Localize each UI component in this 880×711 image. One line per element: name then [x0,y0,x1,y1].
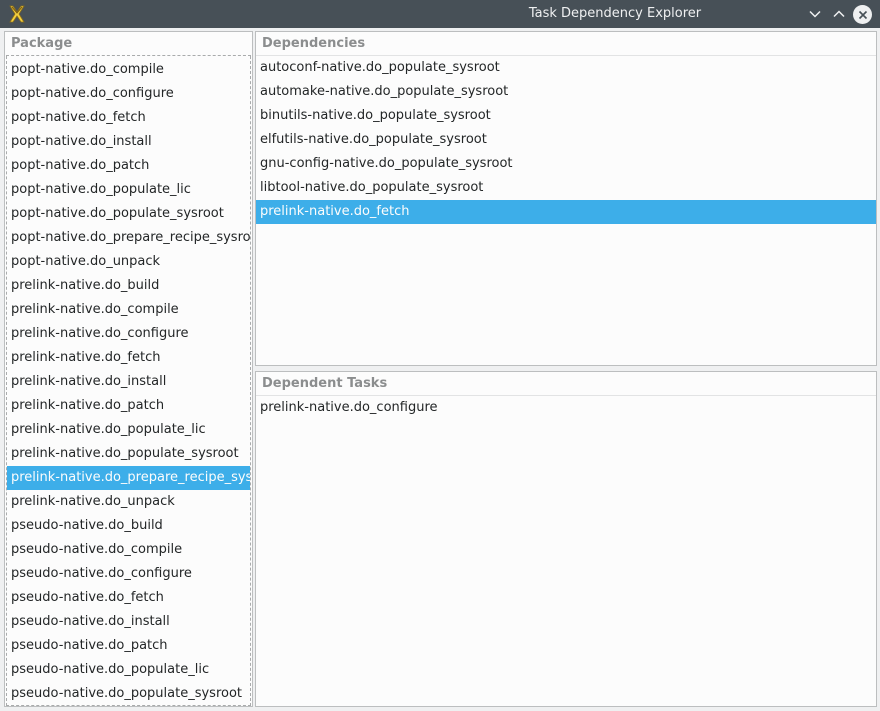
package-list-panel: Package popt-native.do_compile popt-nativ… [4,31,253,707]
package-list-item[interactable]: popt-native.do_populate_sysroot [7,202,250,226]
package-list-item[interactable]: pseudo-native.do_populate_lic [7,658,250,682]
dependencies-column-header[interactable]: Dependencies [256,32,876,56]
package-list-item[interactable]: prelink-native.do_install [7,370,250,394]
package-list-item[interactable]: pseudo-native.do_build [7,514,250,538]
dependency-list-item[interactable]: libtool-native.do_populate_sysroot [256,176,876,200]
chevron-up-icon [833,10,845,18]
package-list-item[interactable]: prelink-native.do_configure [7,322,250,346]
package-list-item[interactable]: prelink-native.do_patch [7,394,250,418]
maximize-button[interactable] [829,4,849,24]
package-list-item[interactable]: prelink-native.do_build [7,274,250,298]
package-list-item[interactable]: prelink-native.do_populate_lic [7,418,250,442]
package-column-header[interactable]: Package [6,32,251,56]
package-list-item[interactable]: pseudo-native.do_configure [7,562,250,586]
package-list-item[interactable]: popt-native.do_patch [7,154,250,178]
dependency-list-item[interactable]: elfutils-native.do_populate_sysroot [256,128,876,152]
chevron-down-icon [809,10,821,18]
package-list-item[interactable]: popt-native.do_populate_lic [7,178,250,202]
dependent-tasks-panel: Dependent Tasks prelink-native.do_config… [255,371,877,707]
dependency-list-item[interactable]: automake-native.do_populate_sysroot [256,80,876,104]
package-list-item[interactable]: popt-native.do_compile [7,58,250,82]
package-list-item[interactable]: popt-native.do_unpack [7,250,250,274]
package-list-item[interactable]: pseudo-native.do_install [7,610,250,634]
minimize-button[interactable] [805,4,825,24]
dependency-list-item[interactable]: prelink-native.do_fetch [256,200,876,224]
package-list-item[interactable]: prelink-native.do_prepare_recipe_sysroot [7,466,250,490]
dependencies-list[interactable]: autoconf-native.do_populate_sysroot autom… [256,56,876,224]
package-list-item[interactable]: popt-native.do_fetch [7,106,250,130]
package-list-item[interactable]: popt-native.do_configure [7,82,250,106]
dependent-task-list-item[interactable]: prelink-native.do_configure [256,396,876,420]
dependent-tasks-column-header[interactable]: Dependent Tasks [256,372,876,396]
package-list-item[interactable]: prelink-native.do_populate_sysroot [7,442,250,466]
dependent-tasks-list[interactable]: prelink-native.do_configure [256,396,876,420]
package-list-item[interactable]: pseudo-native.do_fetch [7,586,250,610]
package-list-item[interactable]: prelink-native.do_unpack [7,490,250,514]
dependency-list-item[interactable]: gnu-config-native.do_populate_sysroot [256,152,876,176]
dependency-list-item[interactable]: binutils-native.do_populate_sysroot [256,104,876,128]
close-button[interactable] [853,5,872,24]
dependencies-panel: Dependencies autoconf-native.do_populate… [255,31,877,366]
package-list-item[interactable]: prelink-native.do_compile [7,298,250,322]
package-list-item[interactable]: pseudo-native.do_compile [7,538,250,562]
package-list-item[interactable]: pseudo-native.do_populate_sysroot [7,682,250,706]
package-list-item[interactable]: popt-native.do_prepare_recipe_sysroot [7,226,250,250]
close-icon [858,10,867,19]
window-title: Task Dependency Explorer [528,6,702,21]
title-bar: Task Dependency Explorer [0,0,880,28]
package-list-item[interactable]: popt-native.do_install [7,130,250,154]
dependency-list-item[interactable]: autoconf-native.do_populate_sysroot [256,56,876,80]
package-list[interactable]: popt-native.do_compile popt-native.do_con… [6,56,251,706]
package-list-item[interactable]: pseudo-native.do_patch [7,634,250,658]
package-list-item[interactable]: prelink-native.do_fetch [7,346,250,370]
